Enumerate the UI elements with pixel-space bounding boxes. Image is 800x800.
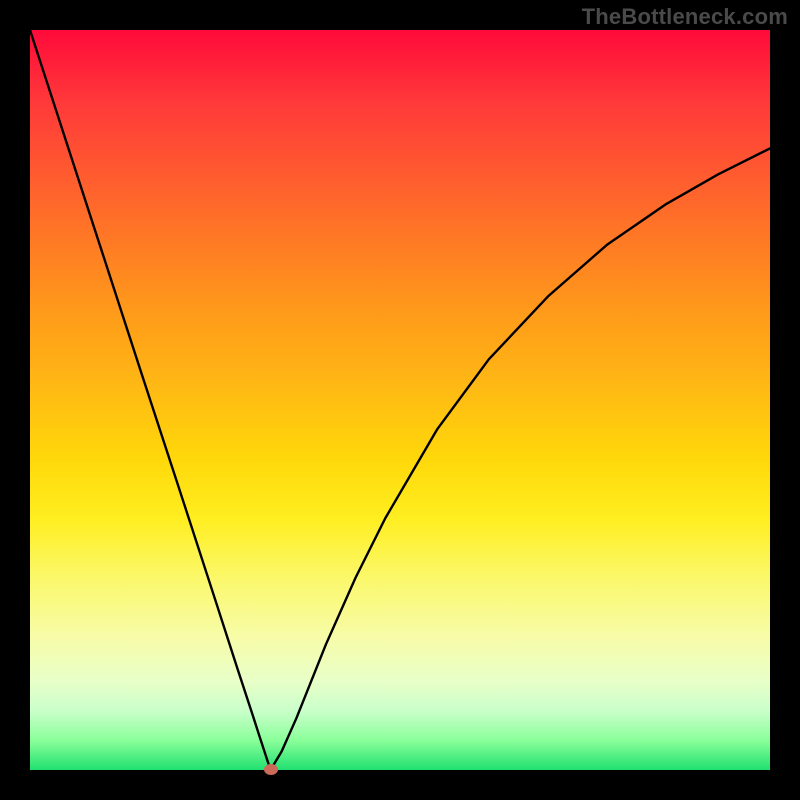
- plot-area: [30, 30, 770, 770]
- curve-path: [30, 30, 770, 770]
- bottleneck-curve: [30, 30, 770, 770]
- optimal-point-marker: [264, 764, 278, 775]
- chart-frame: TheBottleneck.com: [0, 0, 800, 800]
- watermark-text: TheBottleneck.com: [582, 4, 788, 30]
